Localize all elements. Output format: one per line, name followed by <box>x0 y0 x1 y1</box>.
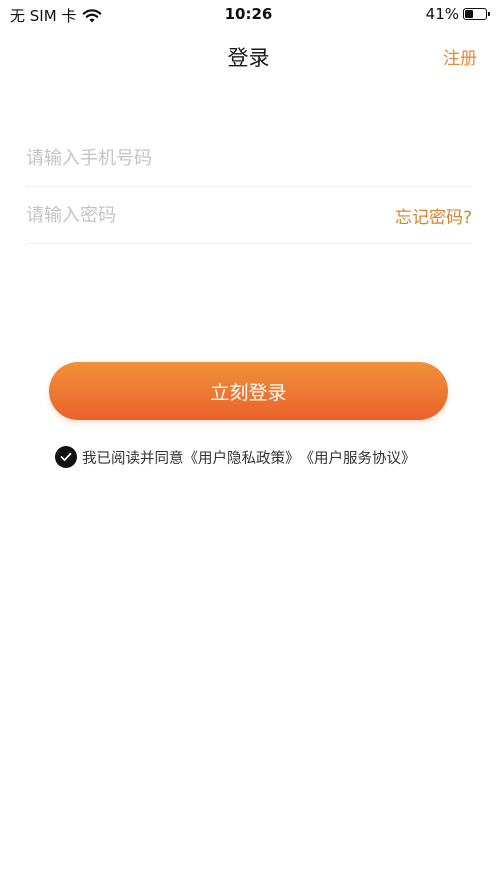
phone-field <box>26 130 472 187</box>
checkmark-icon <box>60 452 72 461</box>
service-agreement-link[interactable]: 《用户服务协议》 <box>300 447 416 468</box>
login-form: 忘记密码? <box>26 130 472 244</box>
battery-indicator: 41% <box>425 5 490 23</box>
login-button[interactable]: 立刻登录 <box>49 362 448 420</box>
password-input[interactable] <box>26 204 326 226</box>
agreement-text: 我已阅读并同意 <box>82 450 184 467</box>
clock: 10:26 <box>224 5 273 23</box>
forgot-password-link[interactable]: 忘记密码? <box>395 203 472 228</box>
privacy-policy-link[interactable]: 《用户隐私政策》 <box>184 447 300 468</box>
status-bar: 无 SIM 卡 10:26 41% <box>0 0 497 28</box>
register-link[interactable]: 注册 <box>443 44 477 69</box>
password-field: 忘记密码? <box>26 187 472 244</box>
battery-icon <box>463 8 490 20</box>
battery-percent: 41% <box>425 5 459 23</box>
phone-input[interactable] <box>26 147 326 169</box>
battery-fill <box>465 10 473 18</box>
page-title: 登录 <box>227 46 270 70</box>
nav-bar: 登录 注册 <box>0 36 497 76</box>
agreement-checkbox[interactable] <box>55 446 77 468</box>
agreement-row: 我已阅读并同意 《用户隐私政策》 《用户服务协议》 <box>55 446 416 468</box>
